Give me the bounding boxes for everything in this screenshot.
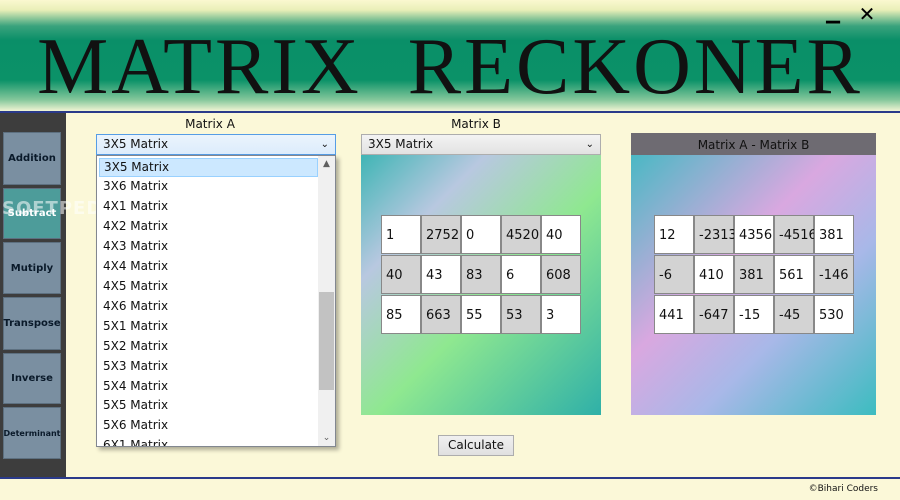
- dropdown-option[interactable]: 5X1 Matrix: [99, 317, 318, 336]
- dropdown-option[interactable]: 4X2 Matrix: [99, 217, 318, 236]
- dropdown-scrollbar[interactable]: ▲ ⌄: [318, 156, 335, 446]
- result-header: Matrix A - Matrix B: [631, 133, 876, 157]
- matrix-b-cell[interactable]: 55: [461, 295, 501, 334]
- dropdown-option[interactable]: 4X1 Matrix: [99, 197, 318, 216]
- result-cell: 410: [694, 255, 734, 294]
- calculate-button[interactable]: Calculate: [438, 435, 514, 456]
- dropdown-option[interactable]: 4X3 Matrix: [99, 237, 318, 256]
- matrix-b-cell[interactable]: 4520: [501, 215, 541, 254]
- scroll-down-icon[interactable]: ⌄: [318, 430, 335, 446]
- matrix-b-cell[interactable]: 83: [461, 255, 501, 294]
- matrix-b-label: Matrix B: [451, 117, 501, 131]
- dropdown-option[interactable]: 4X4 Matrix: [99, 257, 318, 276]
- scrollbar-thumb[interactable]: [319, 292, 334, 390]
- credit-text: ©Bihari Coders: [808, 484, 878, 494]
- matrix-b-selected-value: 3X5 Matrix: [368, 137, 434, 151]
- matrix-b-cell[interactable]: 40: [381, 255, 421, 294]
- result-cell: -15: [734, 295, 774, 334]
- bottom-divider: [0, 477, 900, 479]
- matrix-a-select[interactable]: 3X5 Matrix ⌄: [96, 134, 336, 155]
- result-panel: 12 -2313 4356 -4516 381 -6 410 381 561 -…: [631, 155, 876, 415]
- sidebar-item-inverse[interactable]: Inverse: [3, 353, 61, 404]
- matrix-b-cell[interactable]: 43: [421, 255, 461, 294]
- result-cell: 561: [774, 255, 814, 294]
- sidebar-item-multiply[interactable]: Mutiply: [3, 242, 61, 294]
- matrix-b-cell[interactable]: 53: [501, 295, 541, 334]
- sidebar: Addition Subtract Mutiply Transpose Inve…: [0, 113, 66, 477]
- minimize-button[interactable]: ▁: [818, 2, 848, 26]
- result-cell: 12: [654, 215, 694, 254]
- matrix-b-cell[interactable]: 2752: [421, 215, 461, 254]
- dropdown-option[interactable]: 6X1 Matrix: [99, 436, 318, 446]
- app-title: MATRIX RECKONER: [37, 23, 863, 111]
- matrix-b-cell[interactable]: 608: [541, 255, 581, 294]
- chevron-down-icon: ⌄: [320, 139, 329, 150]
- result-cell: 4356: [734, 215, 774, 254]
- result-cell: -6: [654, 255, 694, 294]
- sidebar-item-determinant[interactable]: Determinant: [3, 407, 61, 459]
- result-cell: 530: [814, 295, 854, 334]
- matrix-b-cell[interactable]: 6: [501, 255, 541, 294]
- sidebar-item-addition[interactable]: Addition: [3, 132, 61, 185]
- close-button[interactable]: ✕: [852, 2, 882, 26]
- matrix-b-cell[interactable]: 1: [381, 215, 421, 254]
- result-cell: -647: [694, 295, 734, 334]
- matrix-a-selected-value: 3X5 Matrix: [103, 137, 169, 151]
- matrix-b-cell[interactable]: 85: [381, 295, 421, 334]
- top-divider: [0, 111, 900, 113]
- dropdown-option[interactable]: 5X4 Matrix: [99, 377, 318, 396]
- result-cell: 381: [814, 215, 854, 254]
- dropdown-option[interactable]: 5X6 Matrix: [99, 416, 318, 435]
- result-cell: 381: [734, 255, 774, 294]
- result-cell: -2313: [694, 215, 737, 254]
- dropdown-option[interactable]: 4X6 Matrix: [99, 297, 318, 316]
- dropdown-option[interactable]: 3X6 Matrix: [99, 177, 318, 196]
- matrix-b-panel: 1 2752 0 4520 40 40 43 83 6 608 85 663 5…: [361, 155, 601, 415]
- dropdown-option[interactable]: 3X5 Matrix: [99, 158, 318, 177]
- matrix-a-dropdown-list: 3X5 Matrix 3X6 Matrix 4X1 Matrix 4X2 Mat…: [96, 155, 336, 447]
- title-banner: MATRIX RECKONER: [0, 0, 900, 112]
- matrix-b-cell[interactable]: 3: [541, 295, 581, 334]
- dropdown-option[interactable]: 5X5 Matrix: [99, 396, 318, 415]
- result-cell: -45: [774, 295, 814, 334]
- dropdown-option[interactable]: 5X3 Matrix: [99, 357, 318, 376]
- matrix-a-label: Matrix A: [185, 117, 235, 131]
- result-cell: -4516: [774, 215, 817, 254]
- matrix-b-cell[interactable]: 40: [541, 215, 581, 254]
- result-cell: 441: [654, 295, 694, 334]
- dropdown-option[interactable]: 5X2 Matrix: [99, 337, 318, 356]
- sidebar-item-transpose[interactable]: Transpose: [3, 297, 61, 350]
- result-cell: -146: [814, 255, 854, 294]
- dropdown-option[interactable]: 4X5 Matrix: [99, 277, 318, 296]
- matrix-b-cell[interactable]: 0: [461, 215, 501, 254]
- chevron-down-icon: ⌄: [585, 139, 594, 150]
- matrix-b-select[interactable]: 3X5 Matrix ⌄: [361, 134, 601, 155]
- matrix-b-cell[interactable]: 663: [421, 295, 461, 334]
- scroll-up-icon[interactable]: ▲: [318, 156, 335, 173]
